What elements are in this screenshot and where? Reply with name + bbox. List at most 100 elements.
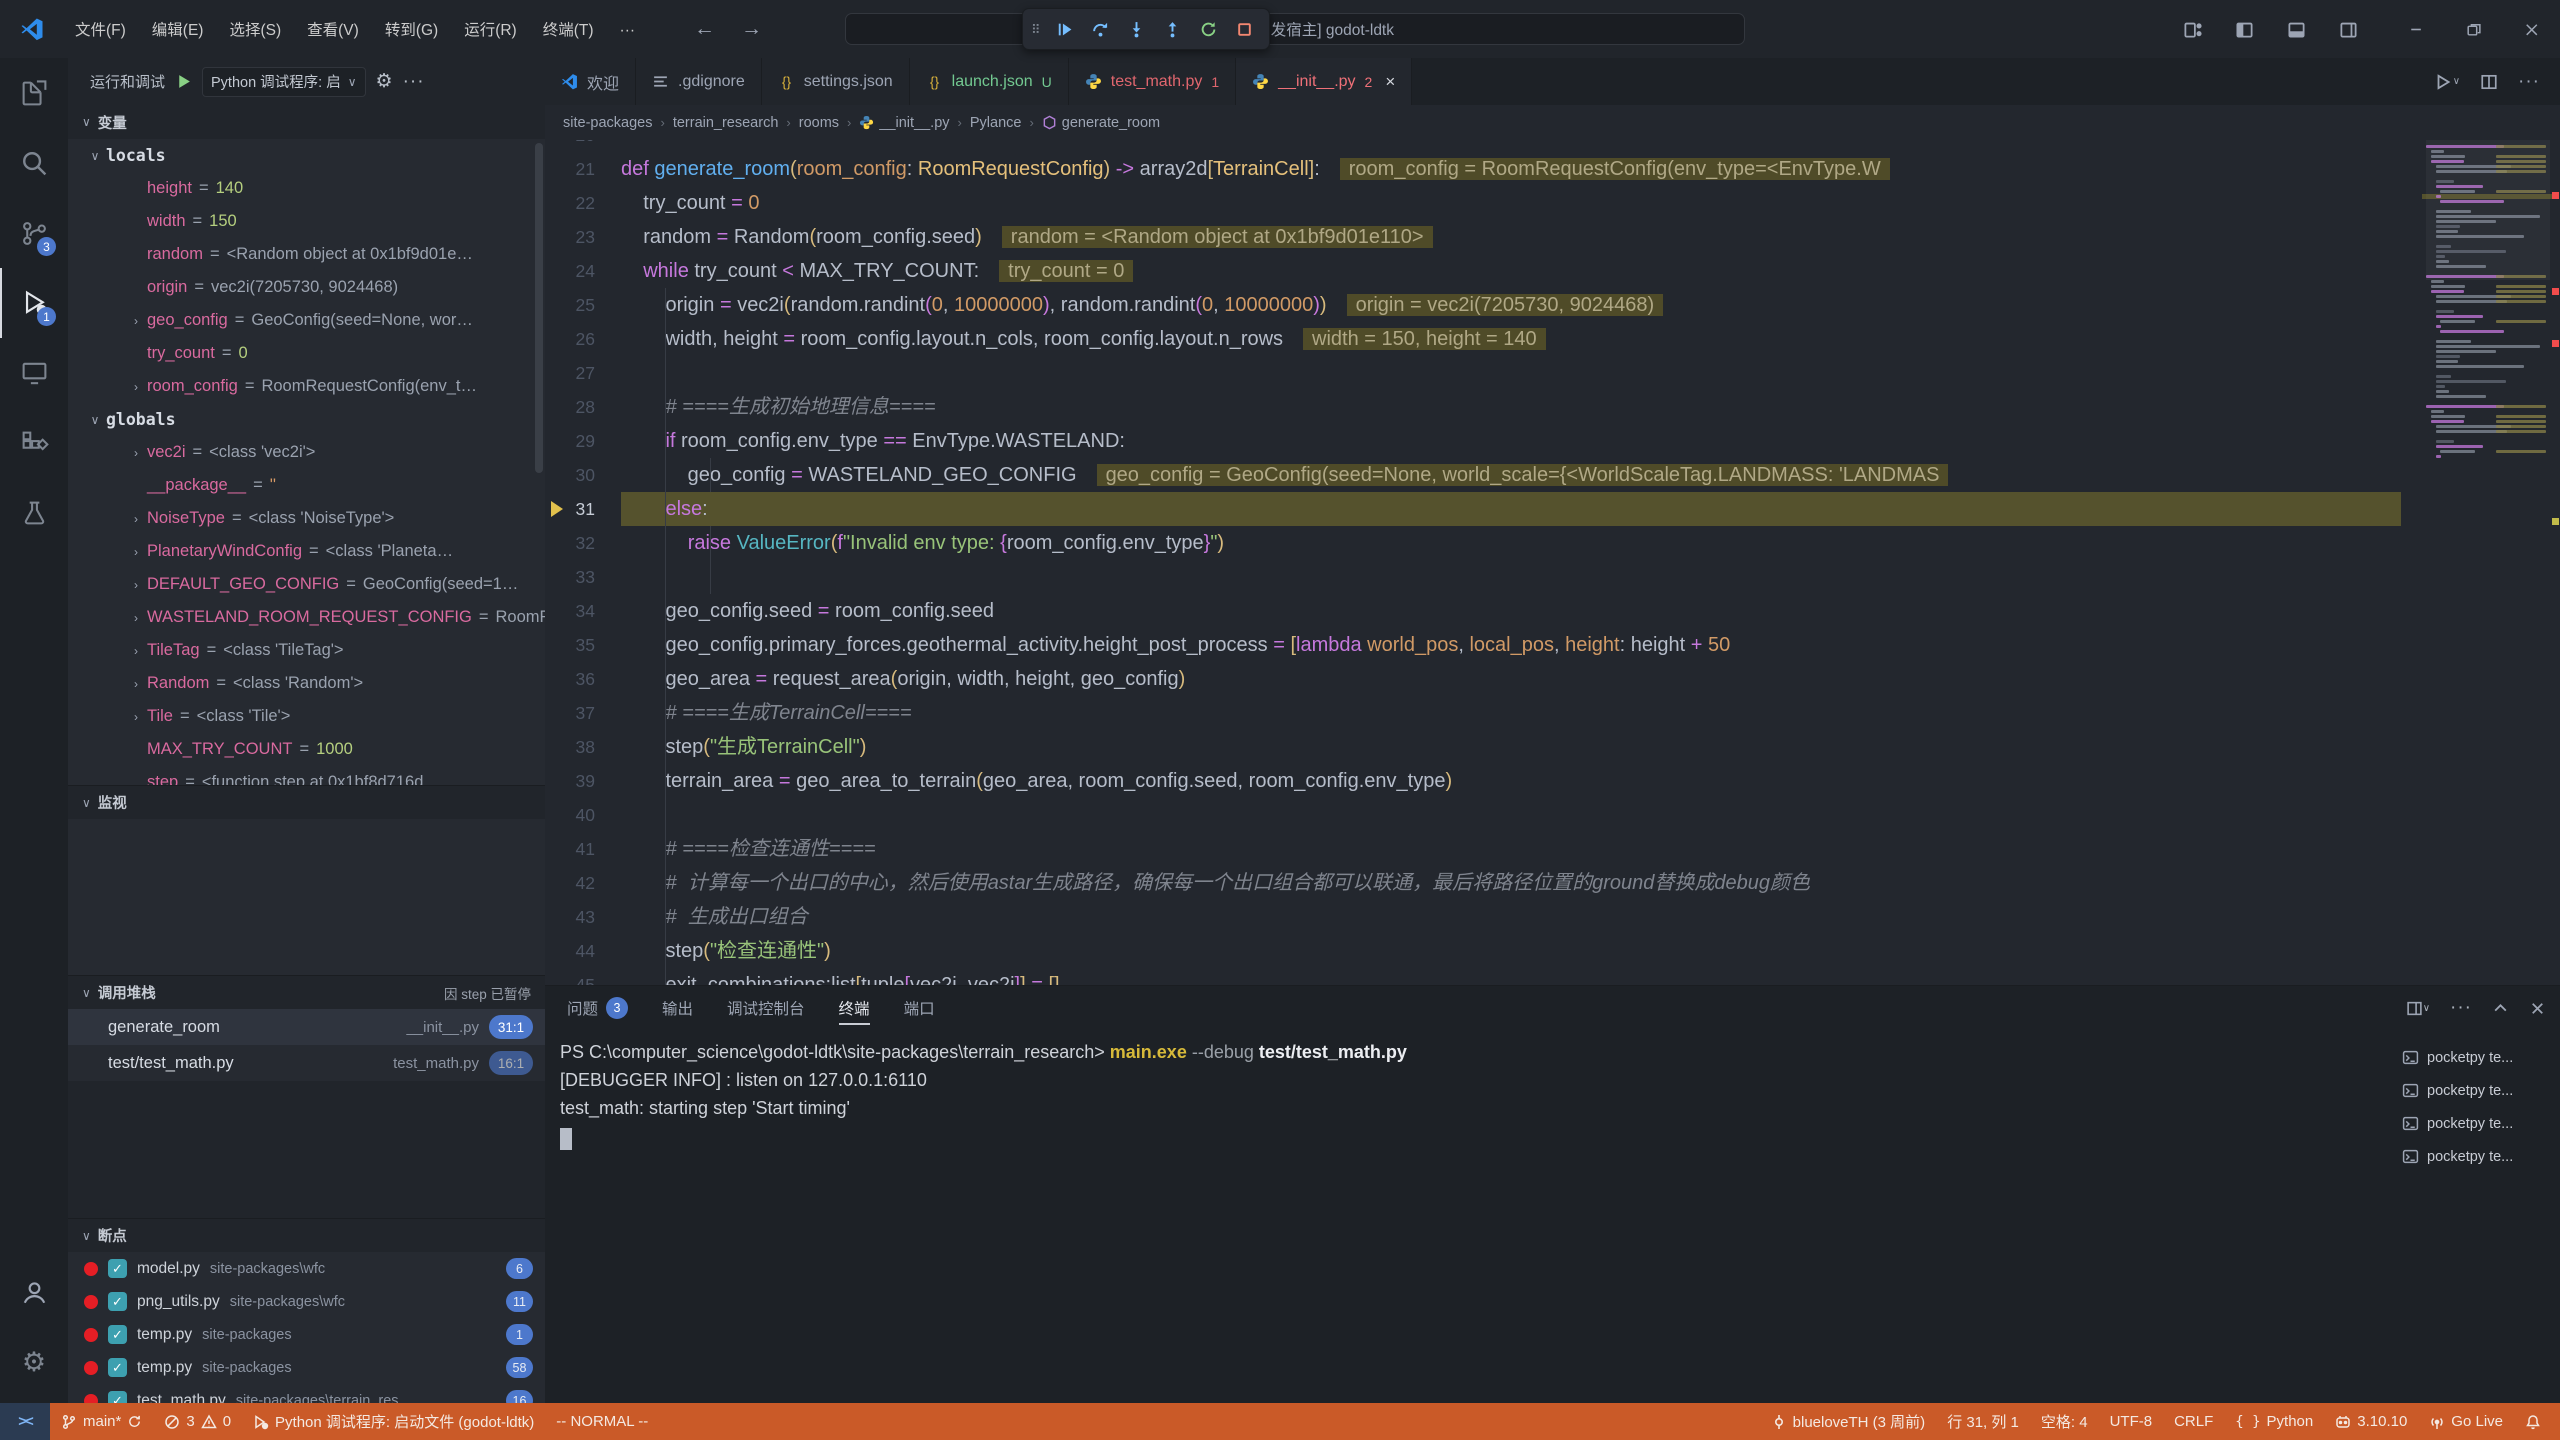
statusbar-go-live[interactable]: Go Live (2418, 1403, 2514, 1440)
callstack-frame[interactable]: generate_room__init__.py31:1 (68, 1009, 545, 1045)
callstack-frame[interactable]: test/test_math.pytest_math.py16:1 (68, 1045, 545, 1081)
panel-tab-终端[interactable]: 终端 (839, 986, 870, 1030)
variable-row[interactable]: ›DEFAULT_GEO_CONFIG=GeoConfig(seed=1… (68, 568, 545, 601)
breadcrumb-item[interactable]: Pylance (970, 115, 1022, 131)
code-line[interactable]: 45 exit_combinations:list[tuple[vec2i, v… (545, 968, 2560, 985)
callstack-section-header[interactable]: ∨ 调用堆栈 因 step 已暂停 (68, 975, 545, 1009)
statusbar-bell[interactable] (2514, 1403, 2552, 1440)
code-line[interactable]: 31 else: (545, 492, 2560, 526)
start-debug-icon[interactable] (175, 73, 192, 90)
minimize-button[interactable] (2386, 0, 2444, 58)
tab-.gdignore[interactable]: .gdignore (636, 58, 762, 105)
activity-settings[interactable]: ⚙ (0, 1327, 68, 1397)
minimap[interactable] (2426, 140, 2550, 470)
tab-launch.json[interactable]: {}launch.jsonU (910, 58, 1069, 105)
code-line[interactable]: 43 # 生成出口组合 (545, 900, 2560, 934)
code-editor[interactable]: 2021def generate_room(room_config: RoomR… (545, 140, 2560, 985)
forward-icon[interactable]: → (741, 17, 762, 41)
panel-tab-端口[interactable]: 端口 (904, 986, 935, 1030)
menu-item-e[interactable]: 编辑(E) (139, 16, 217, 45)
activity-remote-explorer[interactable] (0, 338, 68, 408)
terminal-split-icon[interactable]: ∨ (2406, 1000, 2430, 1017)
code-line[interactable]: 38 step("生成TerrainCell") (545, 730, 2560, 764)
variable-group[interactable]: ∨locals (68, 139, 545, 172)
split-editor-icon[interactable] (2480, 73, 2498, 91)
terminal-list-item[interactable]: pocketpy te... (2398, 1041, 2556, 1074)
menu-item-t[interactable]: 终端(T) (530, 16, 607, 45)
variable-row[interactable]: step=<function step at 0x1bf8d716d… (68, 766, 545, 785)
statusbar-branch[interactable]: main* (50, 1403, 153, 1440)
code-line[interactable]: 24 while try_count < MAX_TRY_COUNT:try_c… (545, 254, 2560, 288)
watch-section-header[interactable]: ∨ 监视 (68, 785, 545, 819)
statusbar-debug-session[interactable]: Python 调试程序: 启动文件 (godot-ldtk) (242, 1403, 545, 1440)
variable-row[interactable]: try_count=0 (68, 337, 545, 370)
panel-tab-输出[interactable]: 输出 (662, 986, 693, 1030)
terminal-list-item[interactable]: pocketpy te... (2398, 1140, 2556, 1173)
menu-item-v[interactable]: 查看(V) (294, 16, 372, 45)
breakpoint-row[interactable]: ✓temp.pysite-packages58 (68, 1351, 545, 1384)
code-line[interactable]: 34 geo_config.seed = room_config.seed (545, 594, 2560, 628)
code-line[interactable]: 39 terrain_area = geo_area_to_terrain(ge… (545, 764, 2560, 798)
code-line[interactable]: 36 geo_area = request_area(origin, width… (545, 662, 2560, 696)
statusbar-problems[interactable]: 30 (153, 1403, 242, 1440)
activity-accounts[interactable] (0, 1257, 68, 1327)
breadcrumb-item[interactable]: __init__.py (859, 115, 949, 131)
menu-item-g[interactable]: 转到(G) (372, 16, 451, 45)
breakpoint-row[interactable]: ✓png_utils.pysite-packages\wfc11 (68, 1285, 545, 1318)
activity-explorer[interactable] (0, 58, 68, 128)
code-line[interactable]: 35 geo_config.primary_forces.geothermal_… (545, 628, 2560, 662)
close-button[interactable] (2502, 0, 2560, 58)
minimap-slider[interactable] (2426, 140, 2550, 280)
variable-row[interactable]: width=150 (68, 205, 545, 238)
statusbar-indentation[interactable]: 空格: 4 (2030, 1403, 2099, 1440)
customize-layout-icon[interactable] (2170, 7, 2214, 51)
code-line[interactable]: 28 # ====生成初始地理信息==== (545, 390, 2560, 424)
variable-row[interactable]: ›TileTag=<class 'TileTag'> (68, 634, 545, 667)
variable-row[interactable]: ›Tile=<class 'Tile'> (68, 700, 545, 733)
code-line[interactable]: 41 # ====检查连通性==== (545, 832, 2560, 866)
maximize-button[interactable] (2444, 0, 2502, 58)
statusbar-git-commit[interactable]: blueloveTH (3 周前) (1760, 1403, 1937, 1440)
panel-tab-调试控制台[interactable]: 调试控制台 (727, 986, 805, 1030)
menu-item-r[interactable]: 运行(R) (451, 16, 530, 45)
code-line[interactable]: 29 if room_config.env_type == EnvType.WA… (545, 424, 2560, 458)
breakpoint-row[interactable]: ✓temp.pysite-packages1 (68, 1318, 545, 1351)
gear-icon[interactable]: ⚙ (376, 70, 393, 93)
variables-section-header[interactable]: ∨ 变量 (68, 105, 545, 139)
breakpoints-section-header[interactable]: ∨ 断点 (68, 1218, 545, 1252)
remote-indicator-button[interactable]: >< (0, 1403, 50, 1440)
breakpoint-row[interactable]: ✓test_math.pysite-packages\terrain_res..… (68, 1384, 545, 1403)
terminal-list-item[interactable]: pocketpy te... (2398, 1107, 2556, 1140)
code-line[interactable]: 20 (545, 140, 2560, 152)
code-line[interactable]: 23 random = Random(room_config.seed)rand… (545, 220, 2560, 254)
stop-button[interactable] (1229, 12, 1261, 46)
variables-scrollbar[interactable] (535, 143, 543, 473)
breadcrumb-item[interactable]: rooms (799, 115, 839, 131)
variable-row[interactable]: ›PlanetaryWindConfig=<class 'Planeta… (68, 535, 545, 568)
overview-ruler[interactable] (2551, 140, 2560, 985)
variable-row[interactable]: MAX_TRY_COUNT=1000 (68, 733, 545, 766)
close-panel-icon[interactable] (2529, 1000, 2546, 1017)
activity-testing[interactable] (0, 478, 68, 548)
code-line[interactable]: 27 (545, 356, 2560, 390)
vscode-logo-icon[interactable] (20, 17, 44, 41)
tab-[interactable]: 欢迎 (545, 58, 636, 105)
code-line[interactable]: 44 step("检查连通性") (545, 934, 2560, 968)
code-line[interactable]: 32 raise ValueError(f"Invalid env type: … (545, 526, 2560, 560)
step-out-button[interactable] (1157, 12, 1189, 46)
toggle-sidebar-icon[interactable] (2222, 7, 2266, 51)
step-into-button[interactable] (1120, 12, 1152, 46)
code-line[interactable]: 26 width, height = room_config.layout.n_… (545, 322, 2560, 356)
breakpoint-checkbox[interactable]: ✓ (108, 1391, 127, 1403)
code-line[interactable]: 40 (545, 798, 2560, 832)
toggle-secondary-sidebar-icon[interactable] (2326, 7, 2370, 51)
toggle-panel-icon[interactable] (2274, 7, 2318, 51)
breakpoint-row[interactable]: ✓model.pysite-packages\wfc6 (68, 1252, 545, 1285)
variable-row[interactable]: origin=vec2i(7205730, 9024468) (68, 271, 545, 304)
variable-row[interactable]: height=140 (68, 172, 545, 205)
breakpoint-checkbox[interactable]: ✓ (108, 1325, 127, 1344)
code-line[interactable]: 30 geo_config = WASTELAND_GEO_CONFIGgeo_… (545, 458, 2560, 492)
activity-run-and-debug[interactable]: 1 (0, 268, 68, 338)
variable-row[interactable]: ›room_config=RoomRequestConfig(env_t… (68, 370, 545, 403)
statusbar-eol[interactable]: CRLF (2163, 1403, 2224, 1440)
